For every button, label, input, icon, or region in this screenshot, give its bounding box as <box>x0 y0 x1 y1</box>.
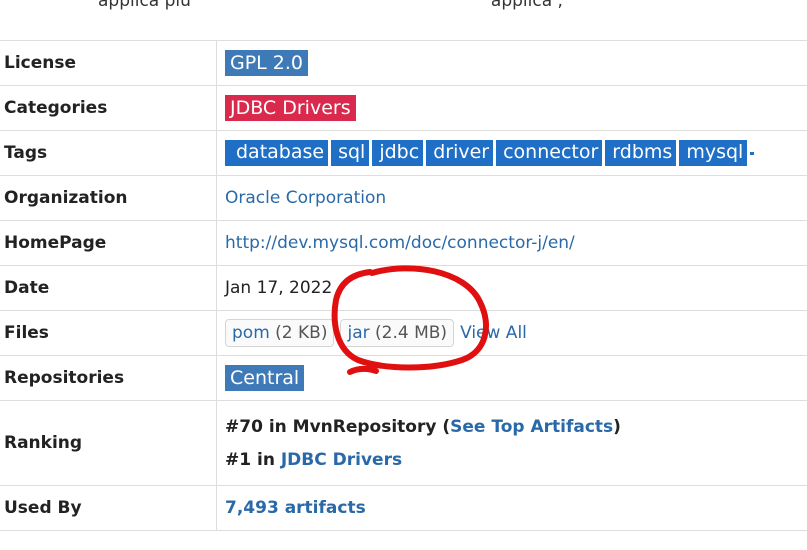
tag-driver[interactable]: driver <box>426 140 494 166</box>
row-tags: Tags database sql jdbc driver connector … <box>0 130 807 176</box>
pom-size: (2 KB) <box>275 323 328 343</box>
ranking-label: Ranking <box>0 400 217 486</box>
organization-link[interactable]: Oracle Corporation <box>225 188 386 208</box>
ranking-overall-suffix: ) <box>613 416 621 437</box>
ranking-line-category: #1 in JDBC Drivers <box>225 450 807 470</box>
repositories-label: Repositories <box>0 355 217 401</box>
tag-sql[interactable]: sql <box>331 140 370 166</box>
tag-mysql[interactable]: mysql <box>679 140 748 166</box>
intro-fragment-right: applica , <box>490 0 563 11</box>
row-used-by: Used By 7,493 artifacts <box>0 485 807 531</box>
organization-label: Organization <box>0 175 217 221</box>
jar-file-button[interactable]: jar (2.4 MB) <box>340 319 455 347</box>
jar-label: jar <box>347 323 370 343</box>
tag-jdbc[interactable]: jdbc <box>372 140 424 166</box>
pom-file-button[interactable]: pom (2 KB) <box>225 319 335 347</box>
tag-database[interactable]: database <box>225 140 329 166</box>
pom-label: pom <box>232 323 270 343</box>
homepage-label: HomePage <box>0 220 217 266</box>
row-repositories: Repositories Central <box>0 355 807 401</box>
category-badge[interactable]: JDBC Drivers <box>225 95 356 121</box>
date-label: Date <box>0 265 217 311</box>
row-organization: Organization Oracle Corporation <box>0 175 807 221</box>
intro-text-fragment: applica plu applica , <box>98 0 563 11</box>
ranking-line-overall: #70 in MvnRepository (See Top Artifacts) <box>225 417 807 437</box>
ranking-category-text: #1 in <box>225 449 281 470</box>
categories-label: Categories <box>0 85 217 131</box>
view-all-link[interactable]: View All <box>460 323 527 343</box>
files-label: Files <box>0 310 217 356</box>
see-top-artifacts-link[interactable]: See Top Artifacts <box>450 417 613 437</box>
tag-list: database sql jdbc driver connector rdbms… <box>225 140 807 166</box>
tag-overflow[interactable] <box>750 151 755 155</box>
intro-fragment-left: applica plu <box>98 0 191 11</box>
jdbc-drivers-ranking-link[interactable]: JDBC Drivers <box>281 450 402 470</box>
date-value: Jan 17, 2022 <box>225 278 333 298</box>
row-license: License GPL 2.0 <box>0 40 807 86</box>
ranking-overall-text: #70 in MvnRepository ( <box>225 416 451 437</box>
tag-connector[interactable]: connector <box>496 140 603 166</box>
jar-size: (2.4 MB) <box>375 323 448 343</box>
tags-label: Tags <box>0 130 217 176</box>
homepage-link[interactable]: http://dev.mysql.com/doc/connector-j/en/ <box>225 233 575 253</box>
row-date: Date Jan 17, 2022 <box>0 265 807 311</box>
repository-badge[interactable]: Central <box>225 365 305 391</box>
row-categories: Categories JDBC Drivers <box>0 85 807 131</box>
row-files: Files pom (2 KB) jar (2.4 MB) View All <box>0 310 807 356</box>
tag-rdbms[interactable]: rdbms <box>605 140 677 166</box>
used-by-link[interactable]: 7,493 artifacts <box>225 498 366 518</box>
used-by-label: Used By <box>0 485 217 531</box>
row-ranking: Ranking #70 in MvnRepository (See Top Ar… <box>0 400 807 486</box>
license-badge[interactable]: GPL 2.0 <box>225 50 309 76</box>
row-homepage: HomePage http://dev.mysql.com/doc/connec… <box>0 220 807 266</box>
license-label: License <box>0 40 217 86</box>
artifact-details-table: License GPL 2.0 Categories JDBC Drivers … <box>0 40 807 531</box>
